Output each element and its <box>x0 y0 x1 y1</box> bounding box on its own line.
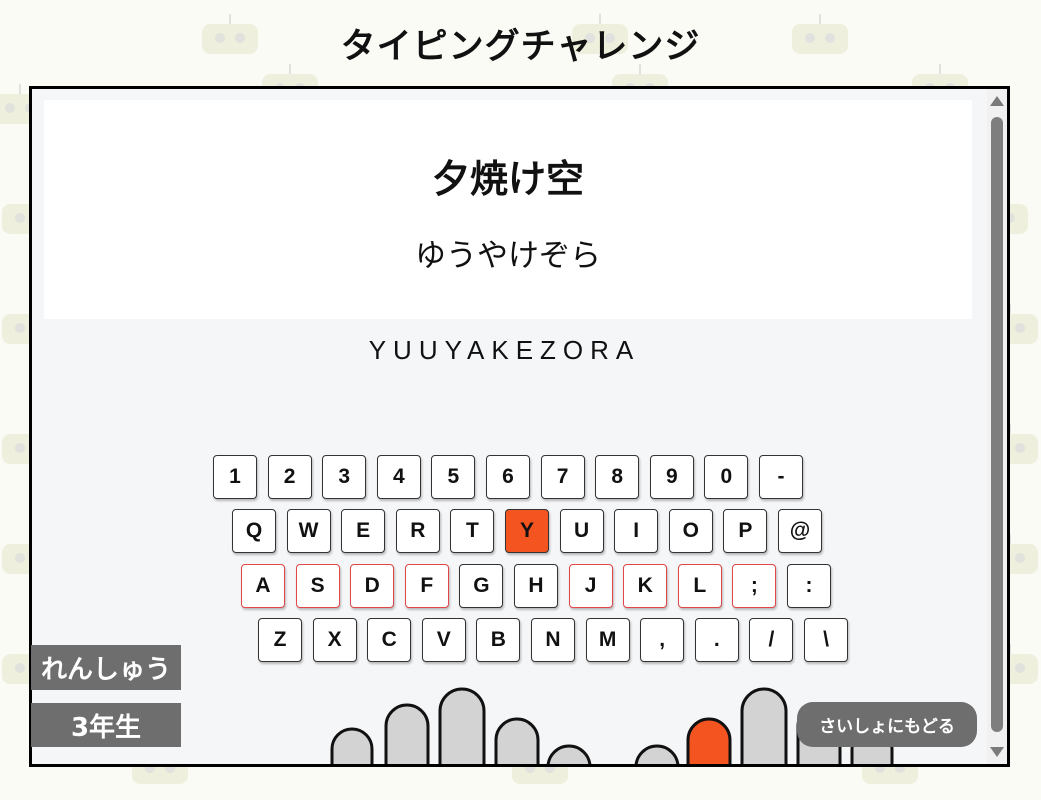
key-3-10: \ <box>804 618 848 662</box>
scroll-down-arrow-icon[interactable] <box>990 747 1004 757</box>
key-2-1: S <box>295 564 340 608</box>
key-2-3: F <box>404 564 449 608</box>
key-1-3: R <box>395 509 440 553</box>
key-3-6: M <box>585 618 630 662</box>
key-1-4: T <box>450 509 495 553</box>
page-title: タイピングチャレンジ <box>340 27 701 67</box>
scroll-thumb[interactable] <box>991 117 1003 732</box>
right-index-finger <box>686 717 732 764</box>
key-1-10: @ <box>778 509 822 553</box>
key-2-5: H <box>514 564 558 608</box>
key-3-9: / <box>749 618 794 662</box>
key-1-6: U <box>559 509 604 553</box>
back-to-start-button[interactable]: さいしょにもどる <box>797 702 977 747</box>
key-0-3: 4 <box>376 455 421 499</box>
key-0-5: 6 <box>486 455 530 499</box>
left-thumb-finger <box>546 744 592 764</box>
key-1-5: Y <box>505 509 549 553</box>
key-1-7: I <box>614 509 659 553</box>
key-0-4: 5 <box>431 455 476 499</box>
key-1-8: O <box>668 509 713 553</box>
left-middle-finger <box>438 687 486 764</box>
key-1-2: E <box>341 509 386 553</box>
key-3-2: C <box>367 618 412 662</box>
key-2-6: J <box>568 564 613 608</box>
key-2-8: L <box>677 564 722 608</box>
key-3-1: X <box>312 618 357 662</box>
mode-badge: れんしゅう <box>31 645 181 690</box>
word-kanji: 夕焼け空 <box>431 157 584 201</box>
key-1-1: W <box>286 509 331 553</box>
key-3-4: B <box>476 618 521 662</box>
left-index-finger <box>494 717 540 764</box>
key-0-7: 8 <box>595 455 640 499</box>
key-0-9: 0 <box>704 455 749 499</box>
key-0-8: 9 <box>649 455 694 499</box>
right-middle-finger <box>740 687 788 764</box>
scrollbar[interactable] <box>987 89 1007 764</box>
key-0-10: - <box>759 455 803 499</box>
key-0-2: 3 <box>322 455 367 499</box>
grade-badge: 3年生 <box>31 703 181 747</box>
word-romaji: YUUYAKEZORA <box>368 335 641 365</box>
key-2-9: ; <box>732 564 777 608</box>
key-1-0: Q <box>232 509 276 553</box>
key-3-7: , <box>640 618 685 662</box>
key-3-3: V <box>421 618 466 662</box>
word-kana: ゆうやけぞら <box>415 238 601 274</box>
key-1-9: P <box>723 509 768 553</box>
key-3-0: Z <box>258 618 302 662</box>
key-2-10: : <box>787 564 831 608</box>
key-0-0: 1 <box>213 455 257 499</box>
left-ring-finger <box>384 703 430 764</box>
key-2-2: D <box>350 564 395 608</box>
key-3-8: . <box>694 618 739 662</box>
left-pinky-finger <box>330 727 374 764</box>
key-0-6: 7 <box>540 455 585 499</box>
key-3-5: N <box>531 618 575 662</box>
key-2-4: G <box>459 564 504 608</box>
key-2-0: A <box>241 564 285 608</box>
scroll-up-arrow-icon[interactable] <box>990 96 1004 106</box>
key-0-1: 2 <box>267 455 312 499</box>
key-2-7: K <box>623 564 668 608</box>
right-thumb-finger <box>634 744 680 764</box>
word-card: 夕焼け空 ゆうやけぞら <box>44 100 972 319</box>
